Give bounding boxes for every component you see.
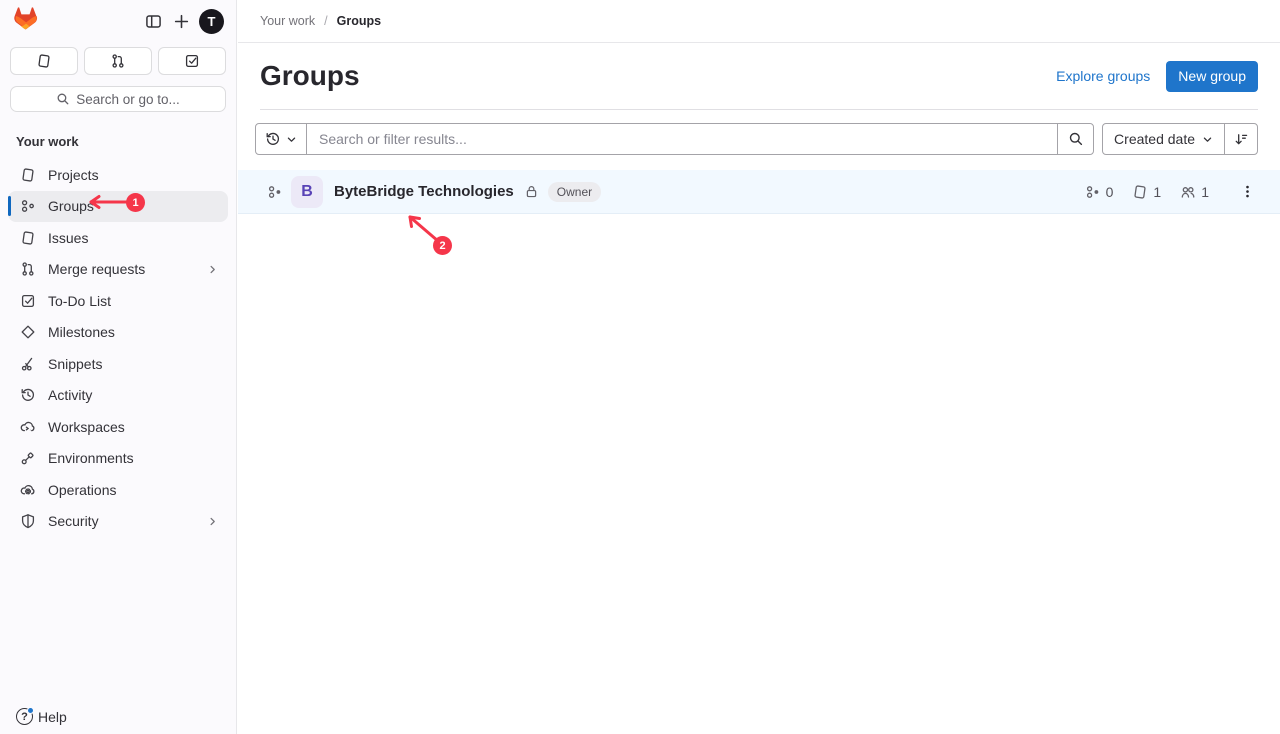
search-or-go-to[interactable]: Search or go to... (10, 86, 226, 112)
sidebar-item-label: Operations (48, 482, 218, 498)
project-icon (20, 167, 36, 183)
chevron-down-icon (1202, 134, 1213, 145)
chevron-right-icon (207, 516, 218, 527)
sidebar-item-merge-requests[interactable]: Merge requests (8, 254, 228, 286)
groups-icon (20, 198, 36, 214)
filter-search-input[interactable] (307, 124, 1057, 154)
issues-icon (20, 230, 36, 246)
sidebar-toggle-icon[interactable] (139, 8, 167, 36)
annotation-badge-1: 1 (126, 193, 145, 212)
help-menu[interactable]: ? Help (16, 708, 67, 725)
sidebar-item-label: To-Do List (48, 293, 218, 309)
breadcrumb: Your work / Groups (238, 0, 1280, 43)
help-icon: ? (16, 708, 33, 725)
merge-request-icon (20, 261, 36, 277)
breadcrumb-separator: / (324, 14, 327, 28)
projects-count: 1 (1132, 184, 1161, 200)
snippet-icon (20, 356, 36, 372)
group-name-link[interactable]: ByteBridge Technologies (334, 183, 514, 200)
history-icon (265, 131, 281, 147)
workspaces-icon (20, 419, 36, 435)
chevron-right-icon (207, 264, 218, 275)
search-submit-button[interactable] (1057, 124, 1093, 154)
chevron-down-icon (286, 134, 297, 145)
new-group-button[interactable]: New group (1166, 61, 1258, 92)
subgroups-count: 0 (1085, 184, 1114, 200)
page-header: Groups Explore groups New group (260, 43, 1258, 110)
sidebar-item-to-do-list[interactable]: To-Do List (8, 285, 228, 317)
sort-by-label: Created date (1114, 131, 1195, 147)
security-icon (20, 513, 36, 529)
page-title: Groups (260, 60, 360, 92)
sidebar-item-label: Security (48, 513, 195, 529)
filter-input-group (255, 123, 1094, 155)
milestone-icon (20, 324, 36, 340)
role-badge: Owner (548, 182, 601, 202)
breadcrumb-current: Groups (337, 14, 381, 28)
recent-searches-dropdown[interactable] (256, 124, 307, 154)
explore-groups-link[interactable]: Explore groups (1056, 68, 1150, 84)
sidebar-item-label: Snippets (48, 356, 218, 372)
sidebar-item-workspaces[interactable]: Workspaces (8, 411, 228, 443)
sidebar-item-label: Issues (48, 230, 218, 246)
search-icon (56, 92, 70, 106)
sidebar: T (0, 0, 237, 734)
subgroups-icon (1085, 184, 1101, 200)
activity-icon (20, 387, 36, 403)
sidebar-item-label: Milestones (48, 324, 218, 340)
assigned-issues-button[interactable] (10, 47, 78, 75)
sidebar-nav: ProjectsGroupsIssuesMerge requestsTo-Do … (0, 159, 236, 537)
gitlab-groups-page: T (0, 0, 1280, 734)
sort-by-dropdown[interactable]: Created date (1103, 124, 1225, 154)
sort-controls: Created date (1102, 123, 1258, 155)
search-icon (1068, 131, 1084, 147)
todo-list-button[interactable] (158, 47, 226, 75)
sidebar-item-activity[interactable]: Activity (8, 380, 228, 412)
sidebar-section-label: Your work (0, 112, 236, 159)
operations-icon (20, 482, 36, 498)
sort-descending-icon (1234, 132, 1249, 147)
sidebar-item-environments[interactable]: Environments (8, 443, 228, 475)
sidebar-topbar: T (0, 0, 236, 43)
sidebar-shortcuts (0, 43, 236, 75)
sidebar-item-issues[interactable]: Issues (8, 222, 228, 254)
annotation-badge-2: 2 (433, 236, 452, 255)
sidebar-item-label: Environments (48, 450, 218, 466)
breadcrumb-your-work[interactable]: Your work (260, 14, 315, 28)
members-icon (1180, 184, 1196, 200)
sidebar-item-label: Projects (48, 167, 218, 183)
help-notification-dot (27, 707, 34, 714)
new-menu-plus-icon[interactable] (167, 8, 195, 36)
sidebar-item-label: Activity (48, 387, 218, 403)
subgroup-indicator-icon (267, 184, 283, 200)
merge-requests-button[interactable] (84, 47, 152, 75)
environments-icon (20, 450, 36, 466)
filter-bar: Created date (255, 123, 1258, 155)
sidebar-item-operations[interactable]: Operations (8, 474, 228, 506)
search-placeholder-text: Search or go to... (76, 92, 180, 107)
group-row[interactable]: B ByteBridge Technologies Owner (238, 170, 1280, 214)
sidebar-item-projects[interactable]: Projects (8, 159, 228, 191)
main-content: Your work / Groups Groups Explore groups… (238, 0, 1280, 734)
sidebar-item-snippets[interactable]: Snippets (8, 348, 228, 380)
groups-list: B ByteBridge Technologies Owner (238, 170, 1280, 214)
sort-direction-button[interactable] (1225, 124, 1257, 154)
group-avatar[interactable]: B (291, 176, 323, 208)
private-visibility-lock-icon (524, 184, 539, 199)
sidebar-item-label: Merge requests (48, 261, 195, 277)
sidebar-item-security[interactable]: Security (8, 506, 228, 538)
members-count: 1 (1180, 184, 1209, 200)
group-actions-kebab-menu[interactable] (1234, 179, 1260, 205)
todo-icon (20, 293, 36, 309)
annotation-arrow-1 (84, 192, 132, 212)
sidebar-item-label: Workspaces (48, 419, 218, 435)
help-label: Help (38, 709, 67, 725)
gitlab-logo[interactable] (12, 6, 39, 37)
sidebar-item-milestones[interactable]: Milestones (8, 317, 228, 349)
projects-icon (1132, 184, 1148, 200)
user-avatar[interactable]: T (199, 9, 224, 34)
